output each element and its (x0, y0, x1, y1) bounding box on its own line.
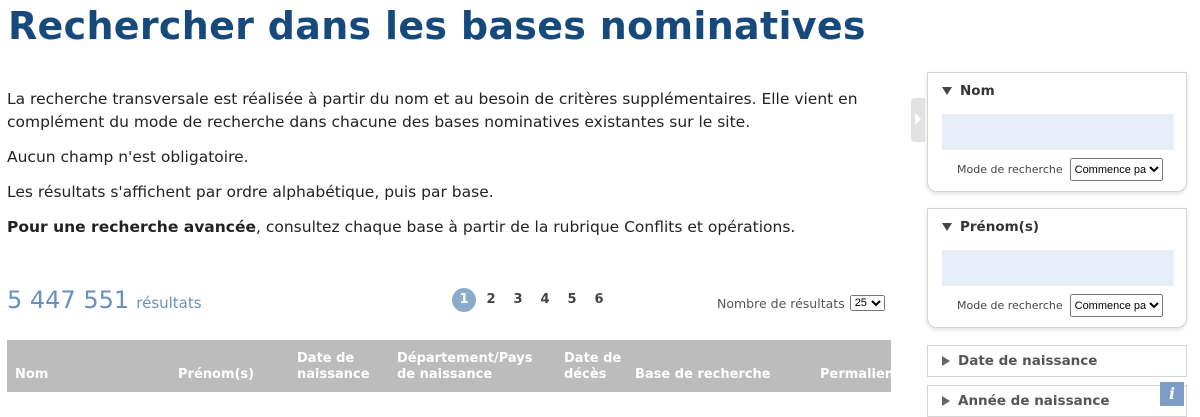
results-count: 5 447 551 résultats (7, 286, 202, 314)
intro-paragraph-1: La recherche transversale est réalisée à… (7, 90, 858, 131)
page-title: Rechercher dans les bases nominatives (8, 4, 866, 48)
column-nom[interactable]: Nom (15, 367, 48, 383)
sidebar-toggle[interactable] (911, 98, 925, 142)
filter-panel-date-naissance[interactable]: Date de naissance (927, 345, 1187, 377)
column-date-deces[interactable]: Date de décès (564, 351, 624, 383)
page-4[interactable]: 4 (533, 288, 557, 312)
page-2[interactable]: 2 (479, 288, 503, 312)
mode-row-nom: Mode de recherche Commence par (957, 158, 1163, 181)
column-prenom[interactable]: Prénom(s) (178, 367, 254, 383)
triangle-down-icon (942, 223, 952, 231)
prenom-input[interactable] (942, 250, 1174, 286)
page-5[interactable]: 5 (560, 288, 584, 312)
panel-title-annee-naissance-label: Année de naissance (958, 393, 1110, 409)
column-permalien[interactable]: Permalien (820, 367, 894, 383)
results-per-page: Nombre de résultats 25 (717, 295, 885, 311)
chevron-right-icon (915, 113, 921, 125)
conflits-operations-link[interactable]: rubrique Conflits et opérations (553, 218, 790, 236)
results-label: résultats (136, 294, 202, 312)
filter-panel-prenom: Prénom(s) Mode de recherche Commence par (927, 208, 1187, 328)
mode-select-prenom[interactable]: Commence par (1069, 294, 1163, 317)
panel-title-nom[interactable]: Nom (942, 83, 995, 99)
intro-paragraph-4: Pour une recherche avancée, consultez ch… (7, 216, 897, 239)
page-3[interactable]: 3 (506, 288, 530, 312)
panel-title-date-naissance: Date de naissance (942, 353, 1097, 369)
column-date-naissance[interactable]: Date de naissance (297, 351, 370, 383)
mode-label-nom: Mode de recherche (957, 163, 1063, 176)
results-table-header: Nom Prénom(s) Date de naissance Départem… (7, 340, 894, 392)
info-icon[interactable]: i (1160, 382, 1184, 406)
intro-paragraph-2: Aucun champ n'est obligatoire. (7, 148, 249, 166)
page-6[interactable]: 6 (587, 288, 611, 312)
column-departement-pays[interactable]: Département/Pays de naissance (397, 351, 547, 383)
page-1[interactable]: 1 (452, 288, 476, 312)
per-page-select[interactable]: 25 (849, 295, 885, 311)
intro-p4-end: . (790, 218, 796, 236)
advanced-search-bold: Pour une recherche avancée (7, 218, 256, 236)
mode-select-nom[interactable]: Commence par (1069, 158, 1163, 181)
triangle-down-icon (942, 87, 952, 95)
panel-title-date-naissance-label: Date de naissance (958, 353, 1098, 369)
intro-p4-mid: , consultez chaque base à partir de la (256, 218, 554, 236)
triangle-right-icon (942, 396, 950, 406)
mode-row-prenom: Mode de recherche Commence par (957, 294, 1163, 317)
intro-paragraph-3: Les résultats s'affichent par ordre alph… (7, 183, 494, 201)
filter-panel-nom: Nom Mode de recherche Commence par (927, 72, 1187, 192)
mode-label-prenom: Mode de recherche (957, 299, 1063, 312)
panel-title-nom-label: Nom (960, 83, 995, 99)
pagination: 1 2 3 4 5 6 (452, 288, 614, 312)
filter-panel-annee-naissance[interactable]: Année de naissance (927, 385, 1187, 417)
panel-title-prenom-label: Prénom(s) (960, 219, 1040, 235)
results-number: 5 447 551 (7, 286, 130, 314)
triangle-right-icon (942, 356, 950, 366)
column-base-recherche[interactable]: Base de recherche (635, 367, 771, 383)
per-page-label: Nombre de résultats (717, 295, 845, 311)
intro-text: La recherche transversale est réalisée à… (7, 88, 897, 251)
nom-input[interactable] (942, 114, 1174, 150)
panel-title-prenom[interactable]: Prénom(s) (942, 219, 1039, 235)
panel-title-annee-naissance: Année de naissance (942, 393, 1110, 409)
